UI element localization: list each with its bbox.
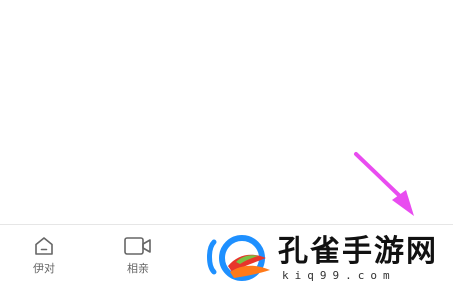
tab-xiangqin[interactable]: 相亲 [108, 235, 168, 283]
watermark-title: 孔雀手游网 [278, 234, 438, 269]
arrow-icon [352, 150, 432, 229]
tab-xiangqin-label: 相亲 [127, 262, 149, 275]
video-camera-icon [123, 235, 153, 257]
watermark-domain: kiq99.com [282, 269, 396, 282]
peacock-logo-icon [206, 232, 274, 288]
home-icon [33, 235, 55, 257]
tab-yidui[interactable]: 伊对 [14, 235, 74, 283]
app-screen: 伊对 相亲 孔雀手游网 kiq99.com [0, 0, 453, 288]
watermark: 孔雀手游网 kiq99.com [206, 232, 452, 286]
tab-yidui-label: 伊对 [33, 262, 55, 275]
